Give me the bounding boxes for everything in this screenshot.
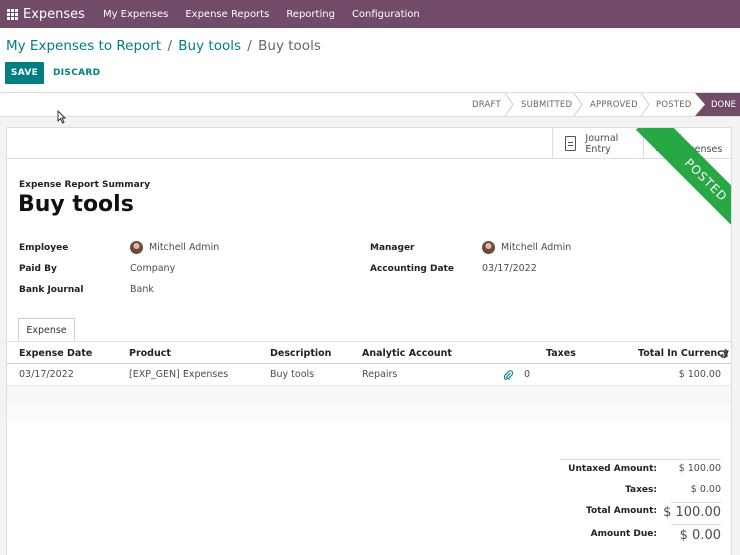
bank-journal-value[interactable]: Bank xyxy=(130,284,154,295)
journal-entry-label: Journal Entry xyxy=(585,132,619,155)
tab-divider xyxy=(7,341,731,342)
taxes-label: Taxes: xyxy=(625,485,657,495)
total-amount-value: $ 100.00 xyxy=(663,505,721,520)
employee-label: Employee xyxy=(19,243,69,253)
page-title[interactable]: Buy tools xyxy=(18,192,134,217)
header-product[interactable]: Product xyxy=(129,348,171,359)
header-expense-date[interactable]: Expense Date xyxy=(19,348,92,359)
column-settings-icon[interactable] xyxy=(719,348,729,359)
header-taxes[interactable]: Taxes xyxy=(546,348,576,359)
cell-description: Buy tools xyxy=(270,369,315,380)
breadcrumb-current: Buy tools xyxy=(258,38,321,54)
status-bar: DRAFT SUBMITTED APPROVED POSTED DONE xyxy=(0,92,740,117)
avatar xyxy=(482,241,495,254)
empty-row xyxy=(7,404,731,422)
breadcrumb: My Expenses to Report / Buy tools / Buy … xyxy=(6,38,321,54)
cell-attachment-count: 0 xyxy=(524,369,531,380)
stage-done: DONE xyxy=(695,93,740,116)
amount-due-value: $ 0.00 xyxy=(679,528,721,543)
menu-reporting[interactable]: Reporting xyxy=(286,9,335,20)
header-total-in-currency[interactable]: Total In Currency xyxy=(638,348,729,359)
accounting-date-label: Accounting Date xyxy=(370,264,454,274)
journal-entry-button[interactable]: Journal Entry xyxy=(552,128,643,159)
stage-draft[interactable]: DRAFT xyxy=(472,93,501,116)
total-divider xyxy=(671,502,721,503)
paid-by-value[interactable]: Company xyxy=(130,263,175,274)
empty-row xyxy=(7,386,731,404)
employee-value[interactable]: Mitchell Admin xyxy=(149,242,219,253)
stage-approved[interactable]: APPROVED xyxy=(590,93,638,116)
menu-expense-reports[interactable]: Expense Reports xyxy=(185,9,269,20)
menu-configuration[interactable]: Configuration xyxy=(352,9,420,20)
manager-value[interactable]: Mitchell Admin xyxy=(501,242,571,253)
save-button[interactable]: SAVE xyxy=(5,62,44,84)
summary-label: Expense Report Summary xyxy=(19,180,151,190)
accounting-date-value[interactable]: 03/17/2022 xyxy=(482,263,537,274)
app-name[interactable]: Expenses xyxy=(23,7,85,22)
mouse-cursor-icon xyxy=(57,110,66,124)
breadcrumb-separator: / xyxy=(167,38,172,54)
top-navbar: Expenses My Expenses Expense Reports Rep… xyxy=(0,0,740,28)
smart-button-box: Journal Entry 1 Expenses xyxy=(7,128,731,159)
tab-expense[interactable]: Expense xyxy=(18,318,75,342)
amount-due-label: Amount Due: xyxy=(590,529,657,539)
header-description[interactable]: Description xyxy=(270,348,331,359)
employee-field[interactable]: Mitchell Admin xyxy=(130,241,219,254)
cell-total: $ 100.00 xyxy=(678,369,721,380)
breadcrumb-separator: / xyxy=(247,38,252,54)
amount-due-divider xyxy=(671,524,721,525)
file-text-icon xyxy=(565,136,577,151)
bank-journal-label: Bank Journal xyxy=(19,285,84,295)
stage-separator-icon xyxy=(640,93,650,116)
control-panel: My Expenses to Report / Buy tools / Buy … xyxy=(0,28,740,92)
untaxed-amount-label: Untaxed Amount: xyxy=(568,464,657,474)
taxes-value: $ 0.00 xyxy=(690,484,721,495)
untaxed-amount-value: $ 100.00 xyxy=(678,463,721,474)
stage-separator-icon xyxy=(504,93,514,116)
avatar xyxy=(130,241,143,254)
paid-by-label: Paid By xyxy=(19,264,57,274)
breadcrumb-buy-tools[interactable]: Buy tools xyxy=(178,38,241,54)
form-sheet: Journal Entry 1 Expenses POSTED Expense … xyxy=(6,127,732,555)
stage-submitted[interactable]: SUBMITTED xyxy=(521,93,572,116)
total-amount-label: Total Amount: xyxy=(586,506,657,516)
totals-divider xyxy=(560,459,721,460)
stage-posted[interactable]: POSTED xyxy=(656,93,692,116)
cell-product: [EXP_GEN] Expenses xyxy=(129,369,229,380)
stage-separator-icon xyxy=(573,93,583,116)
cell-expense-date: 03/17/2022 xyxy=(19,369,74,380)
manager-field[interactable]: Mitchell Admin xyxy=(482,241,571,254)
header-analytic-account[interactable]: Analytic Account xyxy=(362,348,452,359)
manager-label: Manager xyxy=(370,243,415,253)
menu-my-expenses[interactable]: My Expenses xyxy=(103,9,168,20)
cell-analytic-account: Repairs xyxy=(362,369,398,380)
breadcrumb-my-expenses-to-report[interactable]: My Expenses to Report xyxy=(6,38,161,54)
apps-menu-icon[interactable] xyxy=(1,0,23,28)
paperclip-icon[interactable] xyxy=(504,370,513,380)
discard-button[interactable]: DISCARD xyxy=(53,62,100,84)
table-header-divider xyxy=(7,363,731,364)
